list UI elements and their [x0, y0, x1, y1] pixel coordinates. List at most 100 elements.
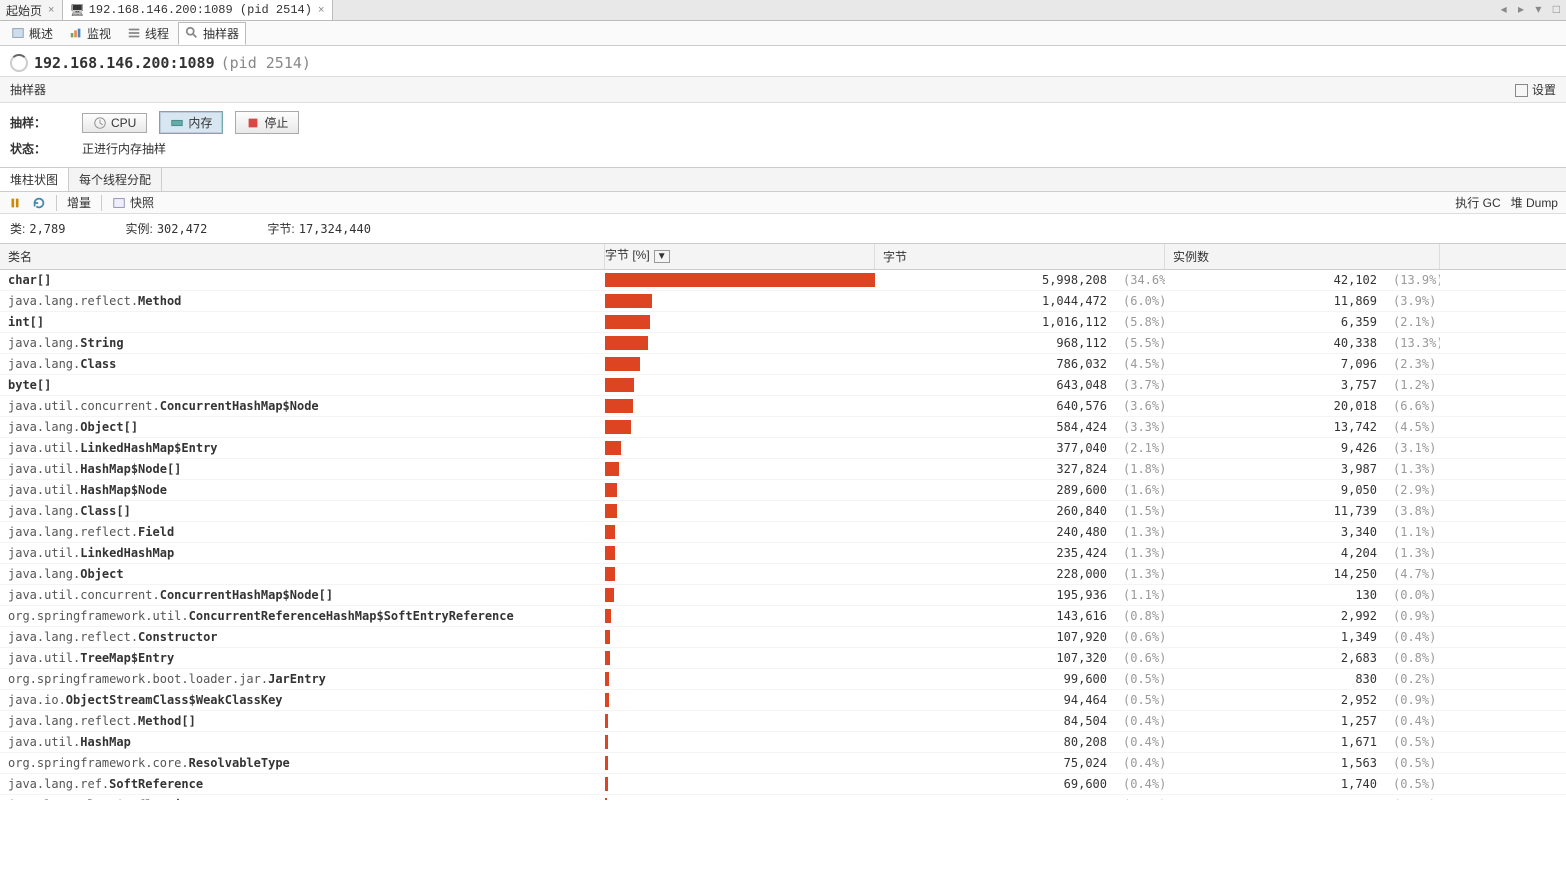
table-body[interactable]: char[]5,998,208(34.6%)42,102(13.9%)java.…: [0, 270, 1566, 800]
cell-bytes-pct: (3.3%): [1115, 420, 1165, 434]
status-value: 正进行内存抽样: [82, 140, 166, 157]
cell-instances-pct: (0.3%): [1385, 798, 1440, 800]
cell-instances-pct: (13.9%): [1385, 273, 1440, 287]
perform-gc-button[interactable]: 执行 GC: [1455, 194, 1500, 211]
cell-classname: java.lang.Object[]: [0, 420, 605, 434]
cell-classname: java.lang.reflect.Method: [0, 294, 605, 308]
detail-tab[interactable]: 线程: [120, 22, 176, 45]
settings-toggle[interactable]: 设置: [1515, 81, 1556, 98]
table-row[interactable]: java.util.HashMap80,208(0.4%)1,671(0.5%): [0, 732, 1566, 753]
table-row[interactable]: java.lang.Class[]260,840(1.5%)11,739(3.8…: [0, 501, 1566, 522]
table-row[interactable]: java.lang.reflect.Method[]84,504(0.4%)1,…: [0, 711, 1566, 732]
snapshot-button[interactable]: 快照: [112, 194, 154, 211]
editor-tab[interactable]: 🖥192.168.146.200:1089 (pid 2514)×: [63, 0, 333, 20]
cell-bytes: 228,000: [875, 567, 1115, 581]
cell-bytes: 968,112: [875, 336, 1115, 350]
cell-instances: 3,987: [1165, 462, 1385, 476]
cell-instances-pct: (4.5%): [1385, 420, 1440, 434]
cell-bytes: 107,920: [875, 630, 1115, 644]
col-bytes-pct[interactable]: 字节 [%]▼: [605, 244, 875, 269]
cell-instances-pct: (0.0%): [1385, 588, 1440, 602]
delta-button[interactable]: 增量: [67, 194, 91, 211]
memory-button[interactable]: 内存: [159, 111, 223, 134]
table-header: 类名 字节 [%]▼ 字节 实例数: [0, 243, 1566, 270]
cell-bar: [605, 397, 875, 415]
cell-bytes: 643,048: [875, 378, 1115, 392]
heap-dump-button[interactable]: 堆 Dump: [1511, 194, 1558, 211]
refresh-button[interactable]: [32, 196, 46, 210]
table-row[interactable]: java.lang.Object[]584,424(3.3%)13,742(4.…: [0, 417, 1566, 438]
stop-icon: [246, 116, 260, 130]
view-tab[interactable]: 堆柱状图: [0, 168, 69, 191]
table-row[interactable]: java.lang.reflect.Method1,044,472(6.0%)1…: [0, 291, 1566, 312]
cell-instances-pct: (1.3%): [1385, 546, 1440, 560]
detail-tab[interactable]: 概述: [4, 22, 60, 45]
table-row[interactable]: char[]5,998,208(34.6%)42,102(13.9%): [0, 270, 1566, 291]
status-label: 状态：: [10, 140, 70, 157]
cell-instances: 40,338: [1165, 336, 1385, 350]
table-row[interactable]: int[]1,016,112(5.8%)6,359(2.1%): [0, 312, 1566, 333]
table-row[interactable]: org.springframework.boot.loader.jar.JarE…: [0, 669, 1566, 690]
cell-bar: [605, 628, 875, 646]
col-instances[interactable]: 实例数: [1165, 244, 1440, 269]
table-row[interactable]: java.lang.reflect.Constructor107,920(0.6…: [0, 627, 1566, 648]
cell-instances: 6,359: [1165, 315, 1385, 329]
table-row[interactable]: java.util.HashMap$Node289,600(1.6%)9,050…: [0, 480, 1566, 501]
stop-button[interactable]: 停止: [235, 111, 299, 134]
app-icon: 🖥: [69, 3, 84, 17]
table-row[interactable]: java.lang.ref.SoftReference69,600(0.4%)1…: [0, 774, 1566, 795]
close-icon[interactable]: ×: [46, 4, 56, 16]
table-row[interactable]: java.io.ObjectStreamClass$WeakClassKey94…: [0, 690, 1566, 711]
cell-instances: 1,194: [1165, 798, 1385, 800]
cell-bytes-pct: (0.5%): [1115, 672, 1165, 686]
col-classname[interactable]: 类名: [0, 244, 605, 269]
table-row[interactable]: byte[]643,048(3.7%)3,757(1.2%): [0, 375, 1566, 396]
table-row[interactable]: org.springframework.core.ResolvableType7…: [0, 753, 1566, 774]
cell-instances: 1,671: [1165, 735, 1385, 749]
view-tab[interactable]: 每个线程分配: [69, 168, 162, 191]
tab-icon: [185, 26, 199, 40]
cell-bytes-pct: (34.6%): [1115, 273, 1165, 287]
cell-instances: 130: [1165, 588, 1385, 602]
table-row[interactable]: org.springframework.util.ConcurrentRefer…: [0, 606, 1566, 627]
table-row[interactable]: java.util.concurrent.ConcurrentHashMap$N…: [0, 396, 1566, 417]
detail-tab[interactable]: 监视: [62, 22, 118, 45]
cell-instances-pct: (13.3%): [1385, 336, 1440, 350]
table-row[interactable]: java.lang.Class786,032(4.5%)7,096(2.3%): [0, 354, 1566, 375]
table-row[interactable]: java.lang.Class$ReflectionData66,864(0.3…: [0, 795, 1566, 800]
cell-bytes-pct: (2.1%): [1115, 441, 1165, 455]
table-row[interactable]: java.lang.reflect.Field240,480(1.3%)3,34…: [0, 522, 1566, 543]
table-row[interactable]: java.lang.String968,112(5.5%)40,338(13.3…: [0, 333, 1566, 354]
cell-instances: 42,102: [1165, 273, 1385, 287]
col-bytes[interactable]: 字节: [875, 244, 1165, 269]
table-row[interactable]: java.util.TreeMap$Entry107,320(0.6%)2,68…: [0, 648, 1566, 669]
cell-instances: 11,739: [1165, 504, 1385, 518]
cell-instances-pct: (2.1%): [1385, 315, 1440, 329]
editor-tab-strip: 起始页×🖥192.168.146.200:1089 (pid 2514)× ◂ …: [0, 0, 1566, 21]
table-row[interactable]: java.util.LinkedHashMap235,424(1.3%)4,20…: [0, 543, 1566, 564]
connection-host: 192.168.146.200:1089: [34, 54, 215, 72]
table-row[interactable]: java.util.LinkedHashMap$Entry377,040(2.1…: [0, 438, 1566, 459]
cpu-button[interactable]: CPU: [82, 113, 147, 133]
pause-button[interactable]: [8, 196, 22, 210]
table-row[interactable]: java.lang.Object228,000(1.3%)14,250(4.7%…: [0, 564, 1566, 585]
cell-bytes: 75,024: [875, 756, 1115, 770]
cell-instances-pct: (0.9%): [1385, 609, 1440, 623]
cell-bar: [605, 271, 875, 289]
cell-classname: char[]: [0, 273, 605, 287]
cell-instances: 1,563: [1165, 756, 1385, 770]
title-bar: 192.168.146.200:1089 (pid 2514): [0, 46, 1566, 76]
bytes-value: 17,324,440: [299, 222, 371, 236]
table-row[interactable]: java.util.HashMap$Node[]327,824(1.8%)3,9…: [0, 459, 1566, 480]
cell-classname: java.lang.reflect.Method[]: [0, 714, 605, 728]
window-controls[interactable]: ◂ ▸ ▾ □: [1501, 2, 1564, 16]
table-row[interactable]: java.util.concurrent.ConcurrentHashMap$N…: [0, 585, 1566, 606]
cell-instances-pct: (0.4%): [1385, 630, 1440, 644]
close-icon[interactable]: ×: [316, 4, 326, 16]
cell-bytes: 94,464: [875, 693, 1115, 707]
editor-tab[interactable]: 起始页×: [0, 0, 63, 20]
cell-classname: java.util.LinkedHashMap: [0, 546, 605, 560]
separator: [56, 195, 57, 211]
cell-bar: [605, 691, 875, 709]
detail-tab[interactable]: 抽样器: [178, 22, 246, 45]
